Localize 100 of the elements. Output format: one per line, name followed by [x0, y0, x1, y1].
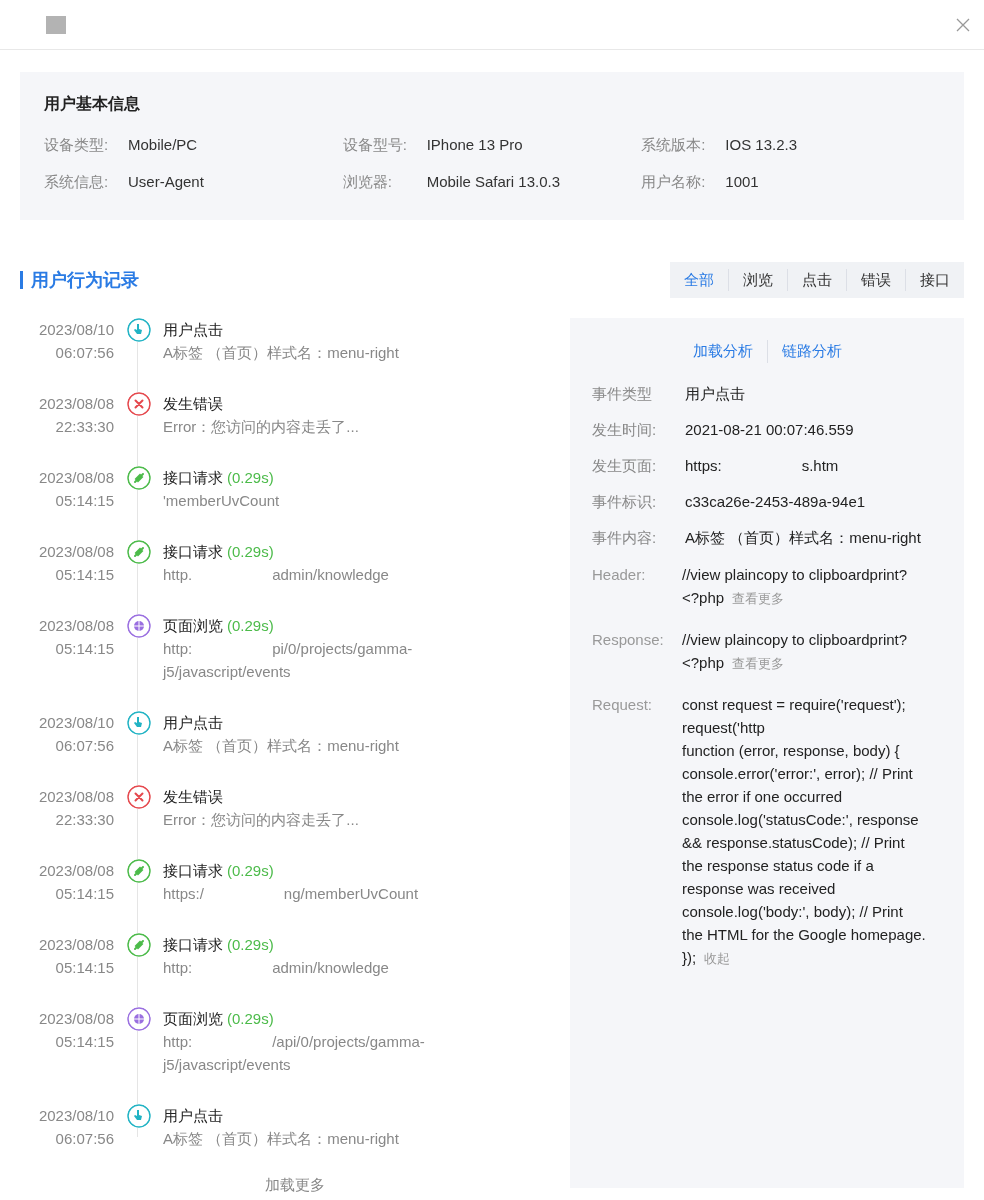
filter-tab[interactable]: 接口 — [920, 268, 950, 292]
code-text: the HTML for the Google homepage. — [682, 924, 926, 945]
event-title: 发生错误 — [163, 395, 223, 412]
event-detail: admin/knowledge — [272, 959, 389, 976]
event-date: 2023/08/10 — [37, 1106, 114, 1126]
detail-value: https: — [685, 456, 722, 474]
code-text: console.log('statusCode:', response — [682, 809, 919, 830]
plug-icon — [126, 859, 151, 883]
event-detail: http: — [163, 1033, 193, 1050]
event-date: 2023/08/08 — [37, 542, 114, 562]
field-label: 系统版本: — [641, 135, 707, 155]
event-duration: (0.29s) — [227, 469, 274, 486]
event-detail: Error：您访问的内容走丢了... — [163, 418, 359, 435]
event-time: 05:14:15 — [54, 491, 114, 511]
event-detail: A标签 （首页）样式名：menu-right — [163, 1130, 399, 1147]
event-time: 05:14:15 — [54, 1032, 114, 1052]
event-detail: admin/knowledge — [272, 566, 389, 583]
event-detail: j5/javascript/events — [163, 662, 292, 682]
event-date: 2023/08/08 — [37, 468, 114, 488]
event-time: 22:33:30 — [54, 810, 114, 830]
event-title: 发生错误 — [163, 788, 223, 805]
code-text: //view plaincopy to clipboardprint? — [682, 564, 908, 585]
field-value: Mobile Safari 13.0.3 — [426, 171, 561, 192]
plug-icon — [126, 540, 151, 564]
event-detail: https:/ — [163, 885, 204, 902]
detail-label: Header: — [592, 564, 647, 585]
toggle-link[interactable]: 查看更多 — [732, 586, 785, 610]
event-time: 05:14:15 — [54, 958, 114, 978]
event-date: 2023/08/08 — [37, 787, 114, 807]
event-detail: http: — [163, 959, 193, 976]
detail-label: Request: — [592, 694, 654, 715]
plug-icon — [126, 466, 151, 490]
event-time: 05:14:15 — [54, 884, 114, 904]
code-text: <?php — [682, 587, 725, 608]
event-time: 05:14:15 — [54, 565, 114, 585]
code-text: response was received — [682, 878, 836, 899]
field-label: 系统信息: — [44, 171, 110, 192]
code-text: function (error, response, body) { — [682, 740, 900, 761]
globe-icon — [126, 614, 151, 638]
code-text: the response status code if a — [682, 855, 874, 876]
event-time: 22:33:30 — [54, 417, 114, 437]
pointer-icon — [126, 711, 151, 735]
field-value: User-Agent — [128, 171, 204, 192]
detail-value: A标签 （首页）样式名：menu-right — [685, 528, 921, 546]
card-title: 用户基本信息 — [44, 94, 141, 114]
event-title: 接口请求 — [163, 469, 223, 486]
event-date: 2023/08/08 — [37, 1009, 114, 1029]
detail-label: 发生页面: — [592, 455, 658, 476]
field-value: 1001 — [725, 171, 759, 192]
filter-tab[interactable]: 点击 — [802, 268, 832, 292]
filter-tab[interactable]: 浏览 — [743, 268, 773, 292]
event-time: 06:07:56 — [54, 736, 114, 756]
event-time: 05:14:15 — [54, 639, 114, 659]
close-icon[interactable] — [956, 17, 970, 32]
event-duration: (0.29s) — [227, 543, 274, 560]
event-detail: A标签 （首页）样式名：menu-right — [163, 344, 399, 361]
field-label: 设备类型: — [44, 135, 110, 155]
event-date: 2023/08/08 — [37, 394, 114, 414]
event-title: 用户点击 — [163, 714, 223, 731]
event-detail: 'memberUvCount — [163, 492, 280, 509]
event-detail: j5/javascript/events — [163, 1055, 292, 1075]
event-detail: ng/memberUvCount — [283, 885, 419, 902]
globe-icon — [126, 1007, 151, 1031]
event-title: 接口请求 — [163, 936, 223, 953]
detail-label: 事件类型 — [592, 383, 653, 404]
event-duration: (0.29s) — [227, 862, 274, 879]
event-detail: http. — [163, 566, 193, 583]
error-icon — [126, 785, 151, 809]
event-date: 2023/08/10 — [37, 320, 114, 340]
filter-tab[interactable]: 错误 — [861, 268, 891, 292]
field-label: 浏览器: — [342, 171, 393, 192]
code-text: <?php — [682, 652, 725, 673]
event-detail: Error：您访问的内容走丢了... — [163, 811, 359, 828]
event-title: 页面浏览 — [163, 1010, 223, 1027]
plug-icon — [126, 933, 151, 957]
field-value: IPhone 13 Pro — [426, 135, 523, 155]
event-title: 接口请求 — [163, 862, 223, 879]
event-date: 2023/08/08 — [37, 861, 114, 881]
event-date: 2023/08/08 — [37, 616, 114, 636]
detail-label: 发生时间: — [592, 419, 658, 440]
event-time: 06:07:56 — [54, 343, 114, 363]
analysis-link[interactable]: 链路分析 — [781, 340, 842, 363]
field-value: IOS 13.2.3 — [725, 135, 798, 155]
event-duration: (0.29s) — [227, 936, 274, 953]
event-detail: A标签 （首页）样式名：menu-right — [163, 737, 399, 754]
field-value: Mobile/PC — [128, 135, 198, 155]
toggle-link[interactable]: 收起 — [704, 946, 731, 970]
error-icon — [126, 392, 151, 416]
pointer-icon — [126, 1104, 151, 1128]
toggle-link[interactable]: 查看更多 — [732, 651, 785, 675]
filter-tab[interactable]: 全部 — [684, 268, 714, 292]
event-time: 06:07:56 — [54, 1129, 114, 1149]
analysis-link[interactable]: 加载分析 — [692, 340, 753, 363]
code-text: console.error('error:', error); // Print — [682, 763, 913, 784]
field-label: 设备型号: — [342, 135, 408, 155]
event-duration: (0.29s) — [227, 1010, 274, 1027]
load-more-button[interactable]: 加载更多 — [265, 1174, 325, 1197]
event-detail: http: — [163, 640, 193, 657]
title-bar — [20, 271, 23, 289]
event-detail: pi/0/projects/gamma- — [272, 640, 413, 657]
